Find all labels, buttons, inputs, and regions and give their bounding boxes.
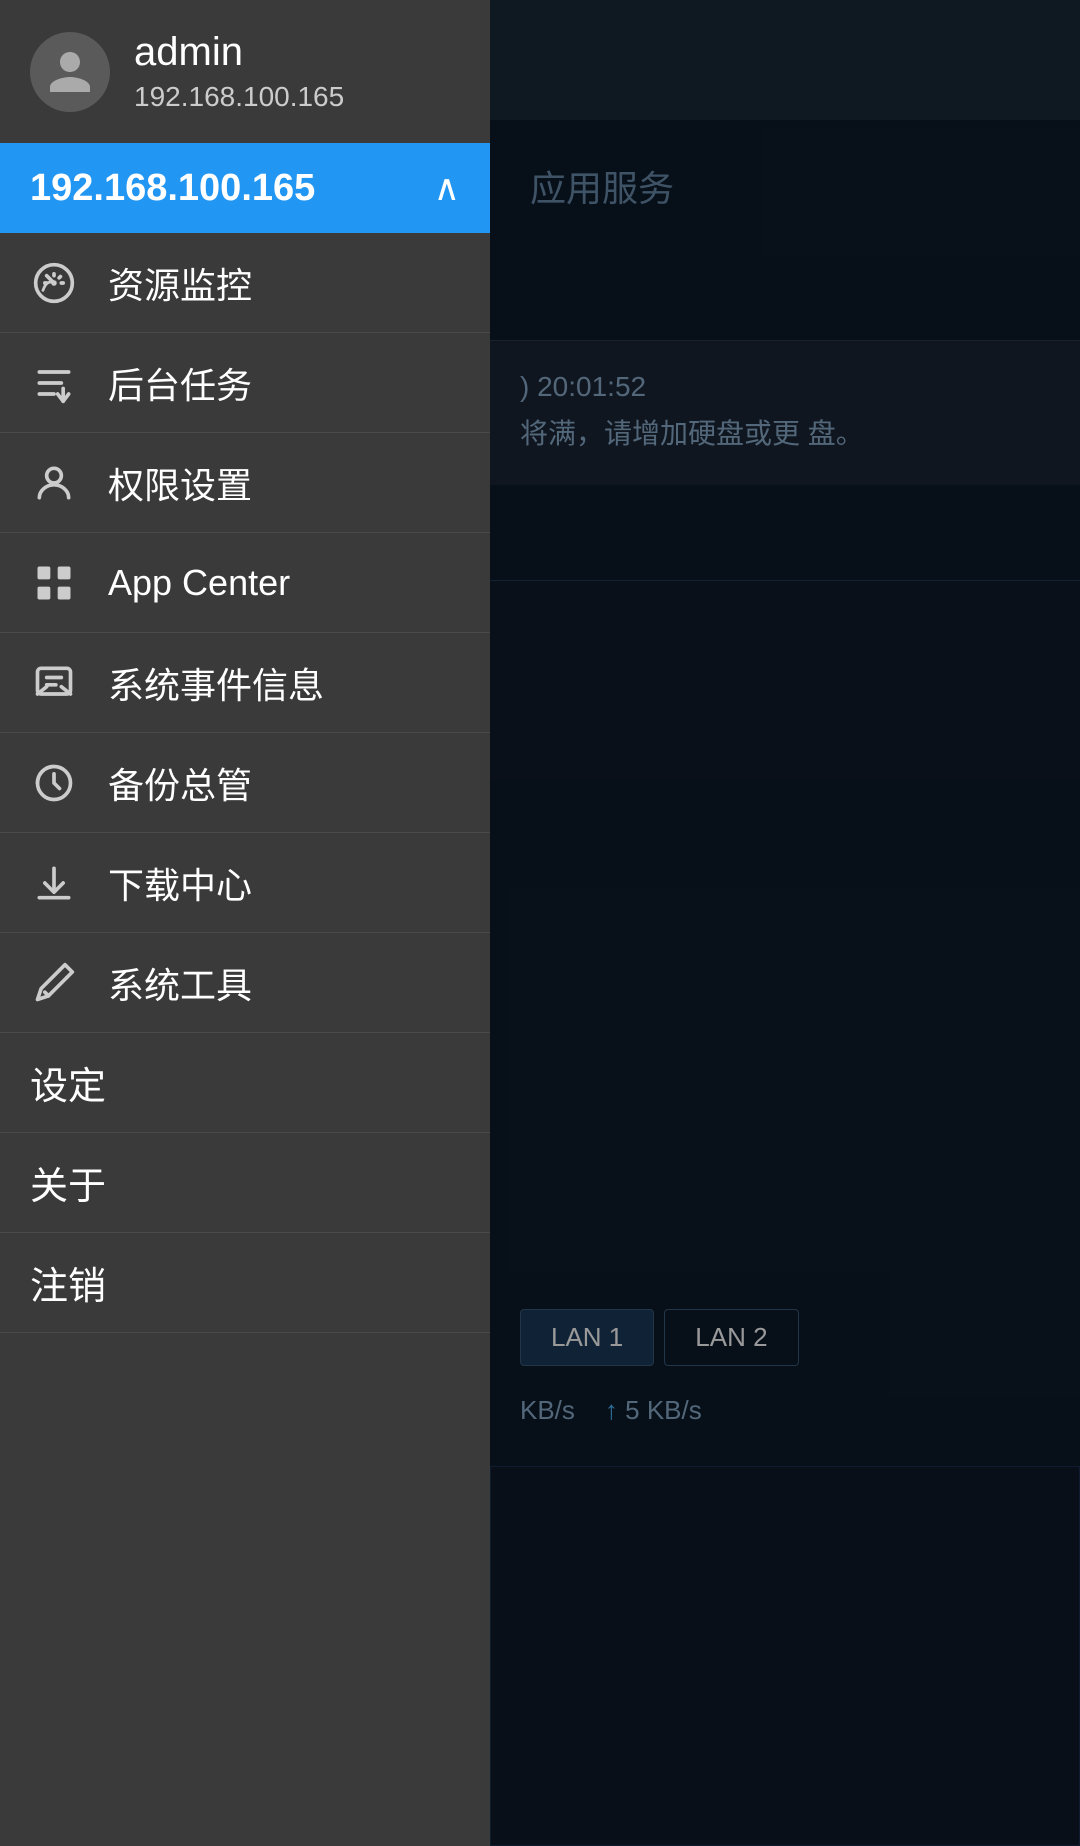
backup-icon bbox=[30, 759, 78, 807]
backup-label: 备份总管 bbox=[108, 757, 252, 809]
sidebar-item-system-tools[interactable]: 系统工具 bbox=[0, 933, 490, 1033]
user-ip-label: 192.168.100.165 bbox=[134, 81, 344, 113]
about-label: 关于 bbox=[30, 1155, 106, 1210]
avatar bbox=[30, 32, 110, 112]
permissions-label: 权限设置 bbox=[108, 457, 252, 509]
tools-icon bbox=[30, 959, 78, 1007]
download-center-label: 下载中心 bbox=[108, 857, 252, 909]
logout-label: 注销 bbox=[30, 1255, 106, 1310]
sidebar-item-download-center[interactable]: 下载中心 bbox=[0, 833, 490, 933]
menu-section: 资源监控 后台任务 权限设置 bbox=[0, 233, 490, 1846]
sidebar-item-settings[interactable]: 设定 bbox=[0, 1033, 490, 1133]
download-icon bbox=[30, 859, 78, 907]
ip-row-text: 192.168.100.165 bbox=[30, 167, 315, 210]
sidebar-item-backup[interactable]: 备份总管 bbox=[0, 733, 490, 833]
drawer-panel: admin 192.168.100.165 192.168.100.165 ∧ bbox=[0, 0, 490, 1846]
tasks-icon bbox=[30, 359, 78, 407]
user-icon bbox=[45, 47, 95, 97]
app-center-label: App Center bbox=[108, 562, 290, 604]
background-tasks-label: 后台任务 bbox=[108, 357, 252, 409]
sidebar-item-logout[interactable]: 注销 bbox=[0, 1233, 490, 1333]
chevron-up-icon: ∧ bbox=[434, 167, 460, 209]
sidebar-item-about[interactable]: 关于 bbox=[0, 1133, 490, 1233]
message-icon bbox=[30, 659, 78, 707]
user-info: admin 192.168.100.165 bbox=[134, 30, 344, 113]
person-icon bbox=[30, 459, 78, 507]
system-events-label: 系统事件信息 bbox=[108, 657, 324, 709]
sidebar-item-permissions[interactable]: 权限设置 bbox=[0, 433, 490, 533]
resource-monitor-label: 资源监控 bbox=[108, 257, 252, 309]
system-tools-label: 系统工具 bbox=[108, 957, 252, 1009]
speedometer-icon bbox=[30, 259, 78, 307]
settings-label: 设定 bbox=[30, 1055, 106, 1110]
sidebar-item-background-tasks[interactable]: 后台任务 bbox=[0, 333, 490, 433]
ip-row[interactable]: 192.168.100.165 ∧ bbox=[0, 143, 490, 233]
sidebar-item-system-events[interactable]: 系统事件信息 bbox=[0, 633, 490, 733]
sidebar-item-resource-monitor[interactable]: 资源监控 bbox=[0, 233, 490, 333]
sidebar-item-app-center[interactable]: App Center bbox=[0, 533, 490, 633]
grid-icon bbox=[30, 559, 78, 607]
user-header: admin 192.168.100.165 bbox=[0, 0, 490, 143]
username-label: admin bbox=[134, 30, 344, 75]
